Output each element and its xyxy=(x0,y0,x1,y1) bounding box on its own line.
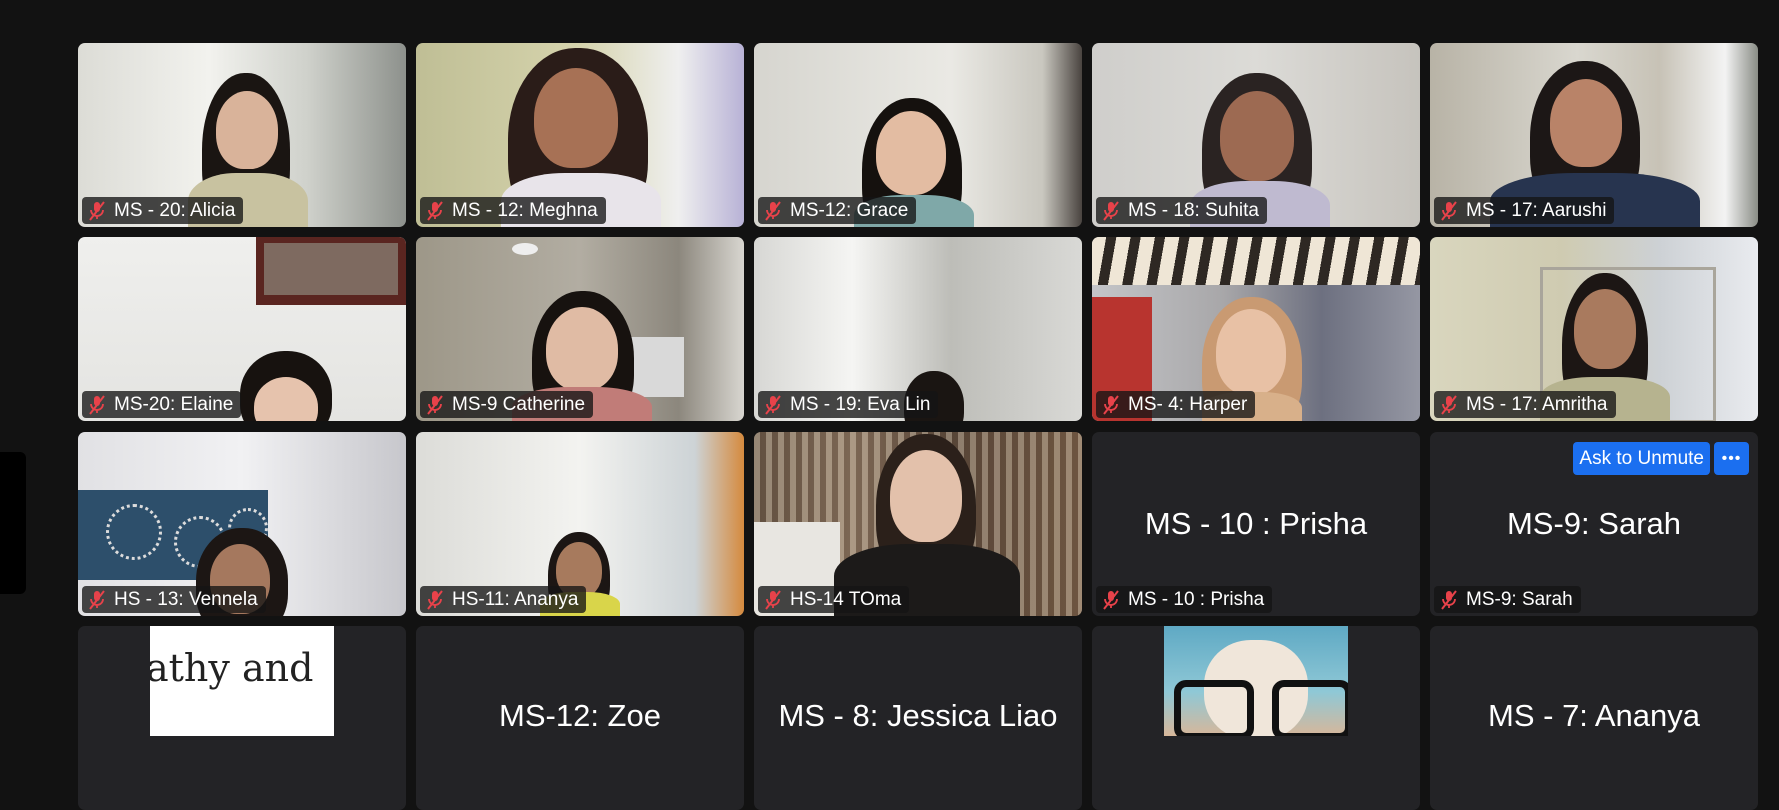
video-tile[interactable]: MS-20: Elaine xyxy=(78,237,406,421)
video-tile[interactable]: HS-11: Ananya xyxy=(416,432,744,616)
video-tile[interactable]: HS - 13: Vennela xyxy=(78,432,406,616)
participant-label: MS - 10 : Prisha xyxy=(1096,586,1273,613)
muted-mic-icon xyxy=(426,395,444,415)
muted-mic-icon xyxy=(88,201,106,221)
participant-label: MS-12: Grace xyxy=(758,197,917,224)
participant-tile[interactable]: MS - 8: Jessica Liao xyxy=(754,626,1082,810)
video-tile[interactable]: HS-14 TOma xyxy=(754,432,1082,616)
muted-mic-icon xyxy=(1102,590,1120,610)
participant-label: HS-11: Ananya xyxy=(420,586,587,613)
participant-label: HS - 13: Vennela xyxy=(82,586,266,613)
profile-image-text: athy and xyxy=(150,646,314,690)
participant-name: MS-9 Catherine xyxy=(452,393,586,415)
participant-display-name: MS-9: Sarah xyxy=(1506,506,1681,541)
muted-mic-icon xyxy=(1102,201,1120,221)
muted-mic-icon xyxy=(764,395,782,415)
participant-tile[interactable]: Ask to Unmute ••• MS-9: Sarah MS-9: Sara… xyxy=(1430,432,1758,616)
more-options-icon[interactable]: ••• xyxy=(1714,442,1749,475)
participant-label: MS-9 Catherine xyxy=(420,391,594,418)
participant-label: MS - 20: Alicia xyxy=(82,197,244,224)
participant-label: MS-20: Elaine xyxy=(82,391,242,418)
muted-mic-icon xyxy=(426,590,444,610)
participant-tile[interactable]: MS - 10 : Prisha MS - 10 : Prisha xyxy=(1092,432,1420,616)
video-tile[interactable]: MS - 18: Suhita xyxy=(1092,43,1420,227)
participant-tile[interactable]: MS - 7: Ananya xyxy=(1430,626,1758,810)
participant-label: MS- 4: Harper xyxy=(1096,391,1256,418)
muted-mic-icon xyxy=(764,201,782,221)
participant-label: MS - 19: Eva Lin xyxy=(758,391,939,418)
video-tile[interactable]: MS-12: Grace xyxy=(754,43,1082,227)
participant-tile[interactable]: MS-12: Zoe xyxy=(416,626,744,810)
participant-name: MS - 17: Aarushi xyxy=(1466,199,1607,221)
participant-display-name: MS - 8: Jessica Liao xyxy=(778,698,1058,733)
participant-name: HS-14 TOma xyxy=(790,588,902,610)
muted-mic-icon xyxy=(1440,201,1458,221)
participant-name: MS - 10 : Prisha xyxy=(1128,588,1265,610)
participant-label: MS - 17: Aarushi xyxy=(1434,197,1615,224)
participant-tile[interactable]: athy and xyxy=(78,626,406,810)
muted-mic-icon xyxy=(1440,590,1458,610)
ask-to-unmute-button[interactable]: Ask to Unmute xyxy=(1573,442,1710,475)
video-tile[interactable]: MS- 4: Harper xyxy=(1092,237,1420,421)
muted-mic-icon xyxy=(1102,395,1120,415)
participant-label: MS - 18: Suhita xyxy=(1096,197,1267,224)
video-tile[interactable]: MS - 12: Meghna xyxy=(416,43,744,227)
participant-name: MS - 20: Alicia xyxy=(114,199,236,221)
profile-image: athy and xyxy=(150,626,334,736)
video-tile[interactable]: MS - 19: Eva Lin xyxy=(754,237,1082,421)
participant-label: MS - 17: Amritha xyxy=(1434,391,1616,418)
video-tile[interactable]: MS - 17: Amritha xyxy=(1430,237,1758,421)
participant-display-name: MS-12: Zoe xyxy=(499,698,661,733)
participant-name: MS - 18: Suhita xyxy=(1128,199,1259,221)
side-panel-handle[interactable] xyxy=(0,452,26,594)
participant-label: MS - 12: Meghna xyxy=(420,197,606,224)
participant-name: MS - 17: Amritha xyxy=(1466,393,1608,415)
participant-name: MS-9: Sarah xyxy=(1466,588,1573,610)
muted-mic-icon xyxy=(764,590,782,610)
muted-mic-icon xyxy=(88,395,106,415)
participant-name: HS - 13: Vennela xyxy=(114,588,258,610)
video-tile[interactable]: MS - 20: Alicia xyxy=(78,43,406,227)
puppy-avatar xyxy=(1164,626,1348,736)
participant-name: MS - 12: Meghna xyxy=(452,199,598,221)
participant-tile[interactable] xyxy=(1092,626,1420,810)
participant-name: MS- 4: Harper xyxy=(1128,393,1248,415)
participant-display-name: MS - 10 : Prisha xyxy=(1144,506,1368,541)
participant-name: MS-20: Elaine xyxy=(114,393,234,415)
participant-display-name: MS - 7: Ananya xyxy=(1488,698,1700,733)
video-tile[interactable]: MS - 17: Aarushi xyxy=(1430,43,1758,227)
participant-label: HS-14 TOma xyxy=(758,586,910,613)
muted-mic-icon xyxy=(426,201,444,221)
video-tile[interactable]: MS-9 Catherine xyxy=(416,237,744,421)
participant-name: MS-12: Grace xyxy=(790,199,909,221)
participant-label: MS-9: Sarah xyxy=(1434,586,1581,613)
muted-mic-icon xyxy=(88,590,106,610)
participant-name: MS - 19: Eva Lin xyxy=(790,393,931,415)
participant-name: HS-11: Ananya xyxy=(452,588,579,610)
muted-mic-icon xyxy=(1440,395,1458,415)
